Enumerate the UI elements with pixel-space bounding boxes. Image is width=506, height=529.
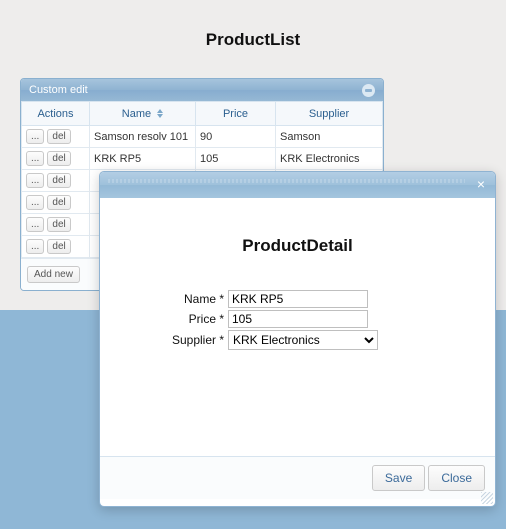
panel-header: Custom edit [21,79,383,101]
edit-button[interactable]: ... [26,239,44,254]
cell-price: 105 [196,148,276,170]
label-price: Price * [116,312,228,326]
page-title: ProductList [0,0,506,70]
dialog-footer: Save Close [100,456,495,499]
table-row: ... del KRK RP5 105 KRK Electronics [22,148,383,170]
name-field[interactable] [228,290,368,308]
col-supplier[interactable]: Supplier [276,102,383,126]
edit-button[interactable]: ... [26,173,44,188]
panel-title: Custom edit [29,84,88,96]
edit-button[interactable]: ... [26,195,44,210]
dialog-header[interactable]: × [100,172,495,198]
cell-name: Samson resolv 101 [90,126,196,148]
delete-button[interactable]: del [47,173,70,188]
label-name: Name * [116,292,228,306]
edit-button[interactable]: ... [26,151,44,166]
edit-button[interactable]: ... [26,217,44,232]
col-price[interactable]: Price [196,102,276,126]
cell-supplier: KRK Electronics [276,148,383,170]
edit-button[interactable]: ... [26,129,44,144]
collapse-icon[interactable] [362,84,375,97]
delete-button[interactable]: del [47,151,70,166]
drag-texture [108,179,465,183]
supplier-select[interactable]: KRK Electronics [228,330,378,350]
col-name[interactable]: Name [90,102,196,126]
add-new-button[interactable]: Add new [27,266,80,283]
delete-button[interactable]: del [47,217,70,232]
cell-price: 90 [196,126,276,148]
col-actions[interactable]: Actions [22,102,90,126]
table-row: ... del Samson resolv 101 90 Samson [22,126,383,148]
label-supplier: Supplier * [116,333,228,347]
price-field[interactable] [228,310,368,328]
delete-button[interactable]: del [47,239,70,254]
resize-grip-icon[interactable] [481,492,493,504]
product-detail-dialog: × ProductDetail Name * Price * Supplier … [99,171,496,507]
save-button[interactable]: Save [372,465,425,491]
dialog-body: ProductDetail Name * Price * Supplier * … [100,198,495,456]
cell-name: KRK RP5 [90,148,196,170]
delete-button[interactable]: del [47,195,70,210]
sort-icon [157,109,163,118]
close-icon[interactable]: × [473,177,489,193]
dialog-title: ProductDetail [116,236,479,256]
close-button[interactable]: Close [428,465,485,491]
delete-button[interactable]: del [47,129,70,144]
cell-supplier: Samson [276,126,383,148]
